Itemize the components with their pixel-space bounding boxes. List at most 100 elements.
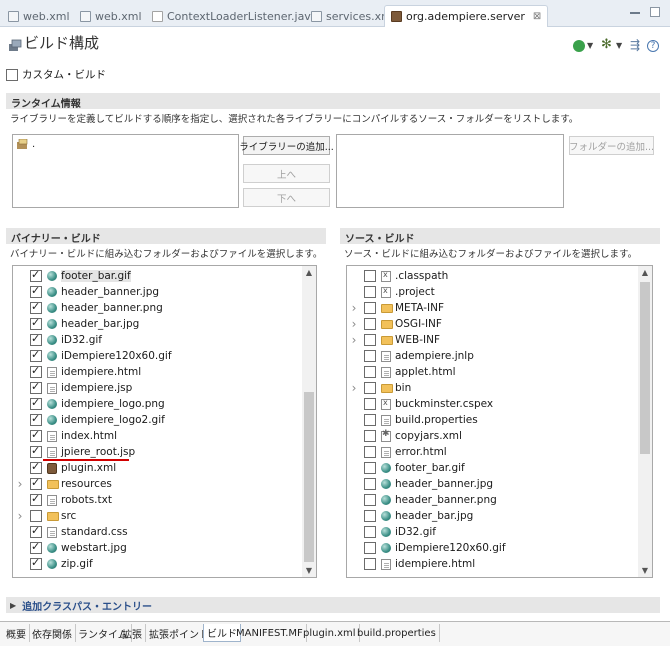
tree-row[interactable]: webstart.jpg <box>13 540 316 556</box>
tree-row[interactable]: › resources <box>13 476 316 492</box>
library-list[interactable]: . <box>12 134 239 208</box>
expand-arrow-icon[interactable]: › <box>349 381 359 395</box>
expand-arrow-icon[interactable]: › <box>15 509 25 523</box>
tree-row-checkbox[interactable] <box>30 364 42 378</box>
tree-row[interactable]: error.html <box>347 444 652 460</box>
tree-row-checkbox[interactable] <box>364 558 376 570</box>
tree-row[interactable]: iDempiere120x60.gif <box>13 348 316 364</box>
close-icon[interactable]: ⊠ <box>533 11 541 22</box>
tree-row[interactable]: .project <box>347 284 652 300</box>
tree-row[interactable]: › OSGI-INF <box>347 316 652 332</box>
tree-row-checkbox[interactable] <box>30 428 42 442</box>
tree-row[interactable]: zip.gif <box>13 556 316 572</box>
tree-row[interactable]: standard.css <box>13 524 316 540</box>
tree-row[interactable]: applet.html <box>347 364 652 380</box>
tree-row-checkbox[interactable] <box>364 270 376 282</box>
tree-row[interactable]: copyjars.xml <box>347 428 652 444</box>
tree-row-checkbox[interactable] <box>30 380 42 394</box>
tree-row[interactable]: buckminster.cspex <box>347 396 652 412</box>
tree-row-checkbox[interactable] <box>30 332 42 346</box>
tree-row[interactable]: header_bar.jpg <box>347 508 652 524</box>
page-tab[interactable]: 依存関係 <box>29 624 76 642</box>
tree-row-checkbox[interactable] <box>364 414 376 426</box>
add-library-button[interactable]: ライブラリーの追加... <box>239 136 334 155</box>
tree-row[interactable]: iD32.gif <box>13 332 316 348</box>
extra-classpath-section[interactable]: ▶ 追加クラスパス・エントリー <box>6 597 660 613</box>
page-tab[interactable]: build.properties <box>354 624 440 642</box>
tree-row[interactable]: adempiere.jnlp <box>347 348 652 364</box>
tree-row-checkbox[interactable] <box>30 316 42 330</box>
checkbox[interactable] <box>6 68 18 81</box>
page-tab[interactable]: 概要 <box>3 624 30 642</box>
tree-row[interactable]: build.properties <box>347 412 652 428</box>
tree-row[interactable]: › bin <box>347 380 652 396</box>
tree-row[interactable]: header_banner.jpg <box>13 284 316 300</box>
expand-arrow-icon[interactable]: › <box>349 301 359 315</box>
tree-row-checkbox[interactable] <box>30 510 42 522</box>
add-folder-button[interactable]: フォルダーの追加... <box>569 136 654 155</box>
expand-arrow-icon[interactable]: › <box>349 317 359 331</box>
tree-row[interactable]: idempiere_logo2.gif <box>13 412 316 428</box>
tree-row-checkbox[interactable] <box>364 510 376 522</box>
tree-row[interactable]: iDempiere120x60.gif <box>347 540 652 556</box>
editor-tab-contextloaderlistener[interactable]: ContextLoaderListener.java <box>146 5 324 27</box>
move-down-button[interactable]: 下へ <box>243 188 330 207</box>
tree-row-checkbox[interactable] <box>364 302 376 314</box>
tree-row-checkbox[interactable] <box>30 396 42 410</box>
editor-tab-web-xml-1[interactable]: web.xml <box>2 5 76 27</box>
tree-row-checkbox[interactable] <box>364 398 376 410</box>
tree-row-checkbox[interactable] <box>364 430 376 442</box>
chevron-down-icon[interactable]: ▼ <box>616 41 622 50</box>
tree-row-checkbox[interactable] <box>30 476 42 490</box>
tree-row-checkbox[interactable] <box>364 318 376 330</box>
tree-row-checkbox[interactable] <box>30 412 42 426</box>
tree-row[interactable]: idempiere_logo.png <box>13 396 316 412</box>
tree-row[interactable]: header_bar.jpg <box>13 316 316 332</box>
custom-build-checkbox[interactable]: カスタム・ビルド <box>6 67 106 82</box>
tree-row-checkbox[interactable] <box>30 492 42 506</box>
editor-tab-web-xml-2[interactable]: web.xml <box>74 5 148 27</box>
tree-row-checkbox[interactable] <box>30 300 42 314</box>
editor-tab-org-adempiere-server[interactable]: org.adempiere.server ⊠ <box>384 5 549 27</box>
tree-row-checkbox[interactable] <box>30 460 42 474</box>
tree-row[interactable]: jpiere_root.jsp <box>13 444 316 461</box>
tree-row-checkbox[interactable] <box>30 284 42 298</box>
tree-row-checkbox[interactable] <box>364 478 376 490</box>
tree-row[interactable]: idempiere.jsp <box>13 380 316 396</box>
tree-row-checkbox[interactable] <box>364 462 376 474</box>
tree-row[interactable]: plugin.xml <box>13 460 316 476</box>
tree-row-checkbox[interactable] <box>364 334 376 346</box>
run-icon[interactable] <box>573 40 585 52</box>
tree-row[interactable]: footer_bar.gif <box>13 268 316 284</box>
tree-row[interactable]: header_banner.png <box>13 300 316 316</box>
tree-row-checkbox[interactable] <box>30 444 42 458</box>
tree-row-checkbox[interactable] <box>30 524 42 538</box>
tree-row-checkbox[interactable] <box>364 350 376 362</box>
tree-row-checkbox[interactable] <box>30 268 42 282</box>
tree-row[interactable]: idempiere.html <box>13 364 316 380</box>
tree-row-checkbox[interactable] <box>364 446 376 458</box>
tree-row[interactable]: .classpath <box>347 268 652 284</box>
tree-row-checkbox[interactable] <box>364 526 376 538</box>
tree-row-checkbox[interactable] <box>364 382 376 394</box>
tree-row-checkbox[interactable] <box>364 542 376 554</box>
tree-row-checkbox[interactable] <box>30 556 42 570</box>
tree-row[interactable]: robots.txt <box>13 492 316 508</box>
library-item[interactable]: . <box>17 139 35 150</box>
tree-row-checkbox[interactable] <box>364 366 376 378</box>
expand-arrow-icon[interactable]: ▶ <box>10 601 16 610</box>
export-icon[interactable]: ⇶ <box>630 38 640 52</box>
minimize-icon[interactable] <box>630 12 640 15</box>
tree-row[interactable]: › src <box>13 508 316 524</box>
tree-row-checkbox[interactable] <box>364 494 376 506</box>
tree-row-checkbox[interactable] <box>364 286 376 298</box>
source-build-tree[interactable]: ▲ ▼ .classpath.project›META-INF›OSGI-INF… <box>346 265 653 578</box>
tree-row[interactable]: header_banner.jpg <box>347 476 652 492</box>
tree-row[interactable]: index.html <box>13 428 316 444</box>
tree-row[interactable]: footer_bar.gif <box>347 460 652 476</box>
tree-row[interactable]: › META-INF <box>347 300 652 316</box>
tree-row[interactable]: iD32.gif <box>347 524 652 540</box>
page-tab[interactable]: plugin.xml <box>300 624 360 642</box>
page-tab[interactable]: MANIFEST.MF <box>233 624 307 642</box>
maximize-icon[interactable] <box>650 7 660 17</box>
